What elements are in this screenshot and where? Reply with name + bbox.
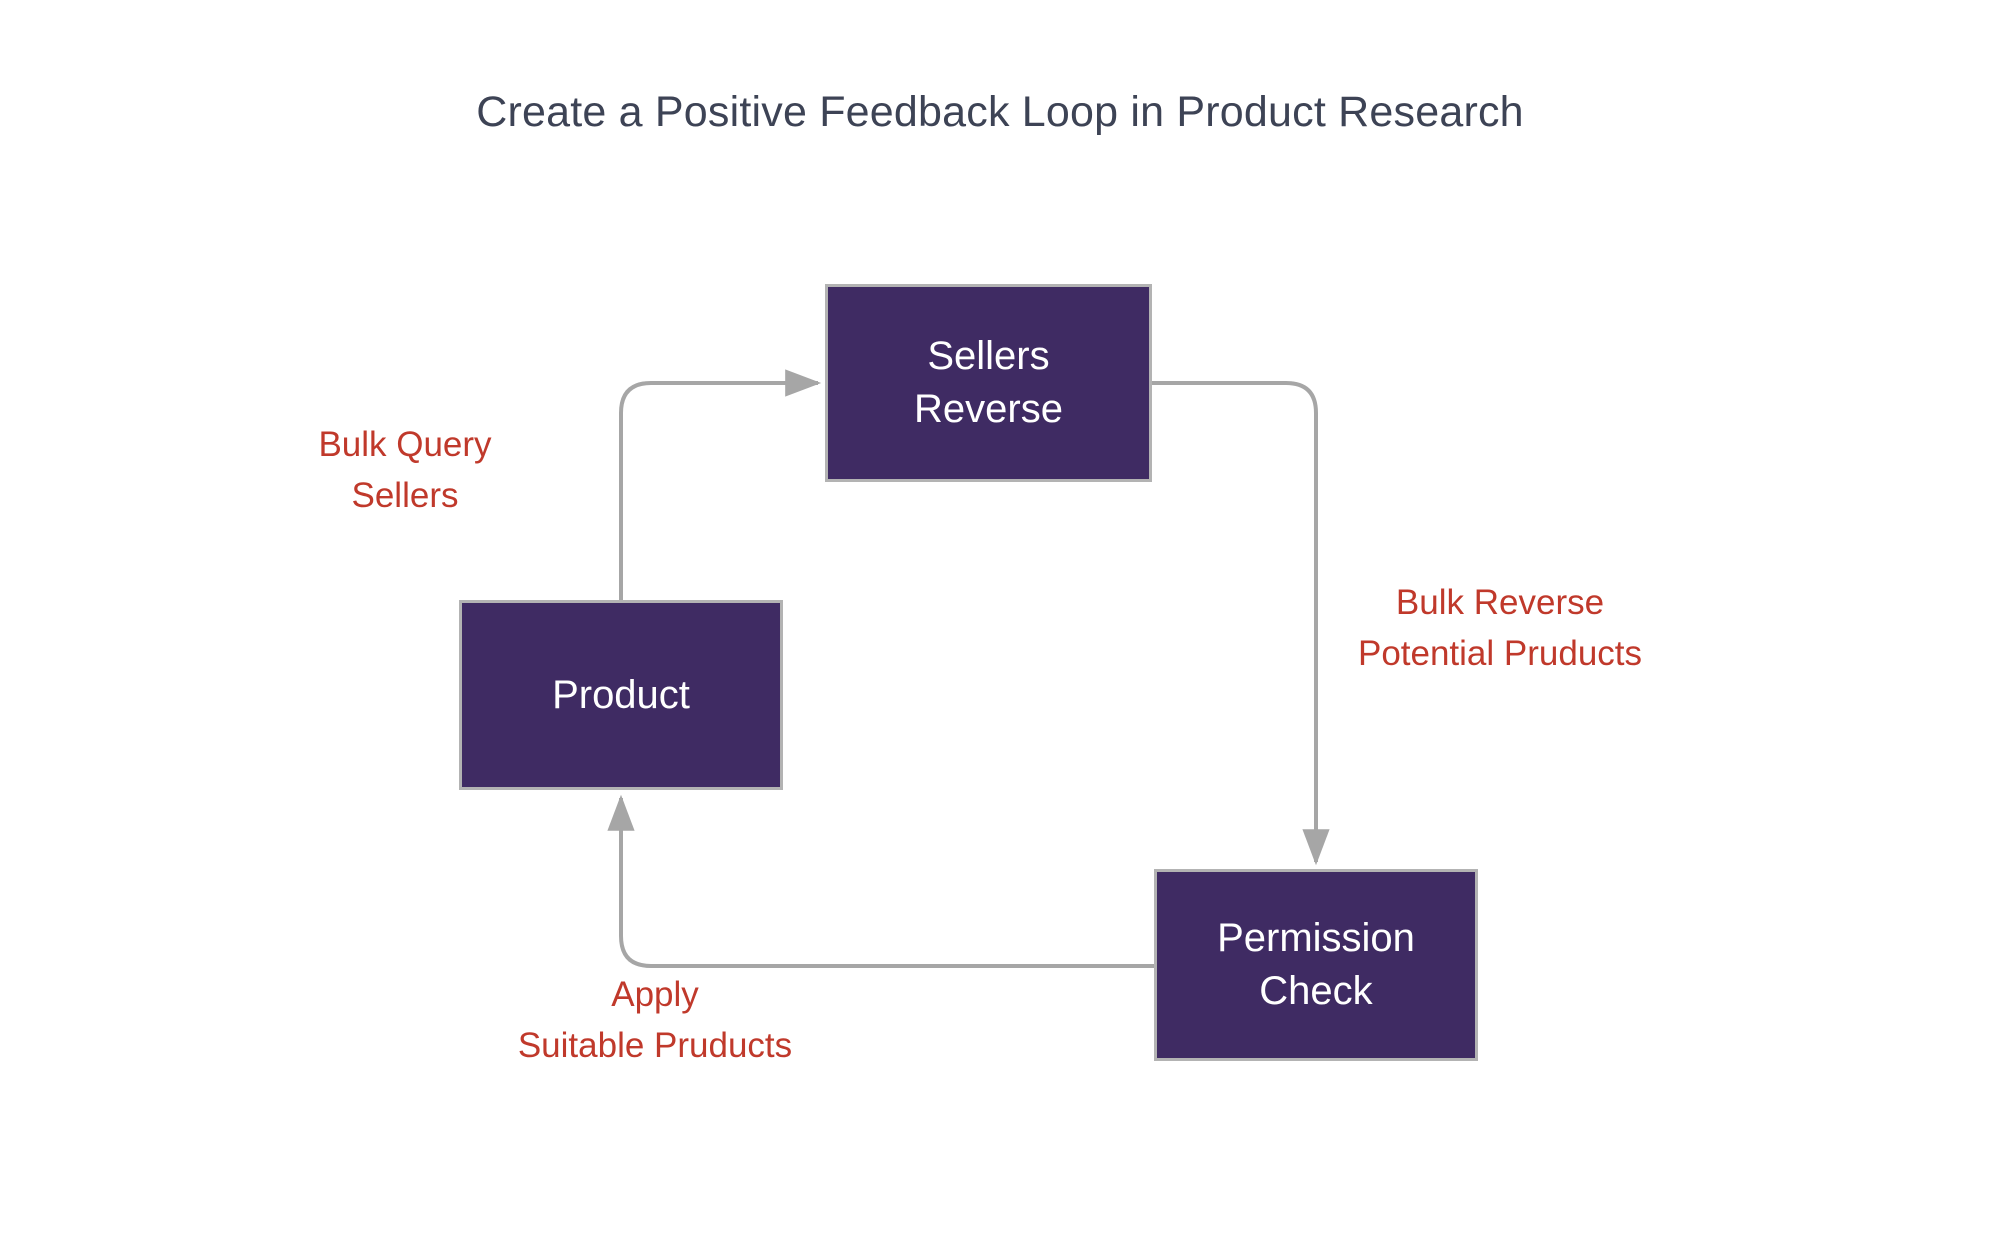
edge-label-sellers-to-permission-line2: Potential Pruducts	[1357, 633, 1643, 673]
node-permission-check-label-line1: Permission	[1217, 916, 1415, 961]
node-permission-check[interactable]: Permission Check	[1154, 869, 1478, 1061]
node-sellers-reverse-label-line1: Sellers	[927, 334, 1050, 379]
node-product[interactable]: Product	[459, 600, 783, 790]
node-sellers-reverse-label-line2: Reverse	[914, 387, 1063, 431]
node-product-label-line1: Product	[552, 672, 690, 717]
node-permission-check-label-line2: Check	[1259, 969, 1373, 1013]
node-sellers-reverse[interactable]: Sellers Reverse	[825, 284, 1152, 482]
edge-permission-to-product	[607, 794, 1154, 968]
edge-label-product-to-sellers-line2: Sellers	[351, 475, 459, 515]
edge-label-permission-to-product-line1: Apply	[611, 975, 699, 1014]
edge-label-product-to-sellers-line1: Bulk Query	[318, 425, 492, 464]
page-title-wrapper: Create a Positive Feedback Loop in Produ…	[335, 88, 1665, 137]
edge-label-sellers-to-permission: Bulk Reverse Potential Pruducts	[1200, 578, 1800, 680]
edge-product-to-sellers	[619, 369, 822, 600]
edge-label-permission-to-product: Apply Suitable Pruducts	[355, 970, 955, 1072]
diagram-canvas: Create a Positive Feedback Loop in Produ…	[0, 0, 2000, 1238]
edge-label-product-to-sellers: Bulk Query Sellers	[205, 420, 605, 522]
page-title: Create a Positive Feedback Loop in Produ…	[476, 88, 1524, 136]
edge-label-permission-to-product-line2: Suitable Pruducts	[517, 1025, 793, 1065]
edge-label-sellers-to-permission-line1: Bulk Reverse	[1395, 583, 1605, 622]
